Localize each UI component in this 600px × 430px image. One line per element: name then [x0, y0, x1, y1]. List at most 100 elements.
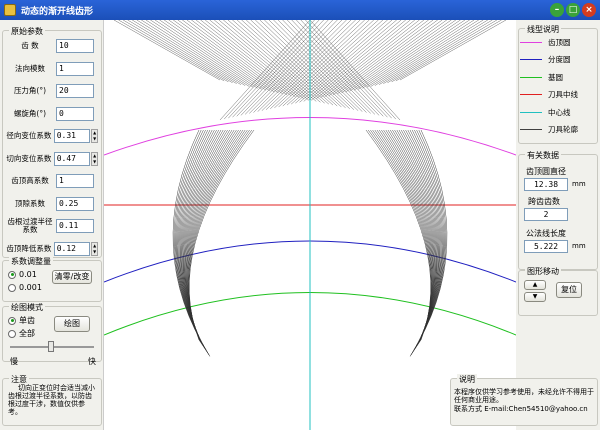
minimize-button[interactable]: –: [550, 3, 564, 17]
param-input[interactable]: 10: [56, 39, 94, 53]
param-label: 齿顶降低系数: [6, 243, 52, 253]
spin-control[interactable]: ▲ ▼: [91, 129, 98, 143]
title-bar: 动态的渐开线齿形 – □ ×: [0, 0, 600, 20]
rack-line: [332, 20, 434, 96]
tooth-flank: [381, 129, 434, 345]
param-row: 螺旋角(°) 0: [4, 106, 98, 122]
normal-length-label: 公法线长度: [526, 229, 566, 238]
spin-control[interactable]: ▲ ▼: [91, 151, 98, 166]
right-panel: 线型说明 齿顶圆 分度圆 基圆 刀具中线 中心线 刀具轮廓 有关数据 齿顶圆直径 12.3…: [450, 20, 600, 430]
params-title: 原始参数: [9, 26, 45, 37]
mode-all[interactable]: 全部: [8, 328, 35, 339]
legend-item: 刀具中线: [520, 89, 596, 101]
speed-slider-thumb[interactable]: [48, 341, 54, 352]
param-input[interactable]: 20: [56, 84, 94, 98]
param-input[interactable]: 0.47: [53, 151, 91, 166]
tooth-flank: [396, 129, 438, 350]
spin-down-icon[interactable]: ▼: [92, 136, 97, 142]
rack-line: [278, 20, 374, 108]
info-text-line1: 本程序仅供学习参考使用，未经允许不得用于任何商业用途。: [454, 388, 594, 404]
legend-item: 中心线: [520, 106, 596, 118]
span-teeth-label: 跨齿齿数: [528, 197, 560, 206]
draw-button[interactable]: 绘图: [54, 316, 90, 332]
param-row: 顶隙系数 0.25: [4, 196, 98, 212]
reset-position-button[interactable]: 复位: [556, 282, 582, 298]
rack-line: [249, 20, 343, 114]
mode-title: 绘图模式: [9, 302, 45, 313]
param-row: 齿顶高系数 1: [4, 173, 98, 189]
param-row: 切向变位系数 0.47 ▲ ▼: [4, 151, 98, 167]
param-input[interactable]: 0: [56, 106, 94, 121]
legend-item: 基圆: [520, 71, 596, 83]
spin-down-icon[interactable]: ▼: [92, 159, 97, 165]
legend-label: 齿顶圆: [548, 37, 571, 47]
tooth-flank: [374, 129, 433, 343]
legend-line: [520, 129, 542, 130]
mode-single[interactable]: 单齿: [8, 315, 35, 326]
reset-change-button[interactable]: 清零/改变: [52, 270, 92, 284]
param-input[interactable]: 1: [56, 61, 94, 76]
step-title: 系数调整量: [9, 256, 53, 267]
param-row: 压力角(°) 20: [4, 83, 98, 99]
rack-line: [362, 20, 466, 89]
param-label: 径向变位系数: [6, 131, 52, 140]
param-input[interactable]: 0.12: [53, 241, 91, 256]
radio-icon: [8, 283, 16, 292]
param-input[interactable]: 1: [56, 174, 94, 188]
param-label: 螺旋角(°): [13, 108, 47, 118]
rack-line: [154, 20, 258, 89]
legend-line: [520, 76, 542, 78]
tip-diameter-value: 12.38: [524, 178, 568, 191]
rack-line: [337, 20, 438, 95]
tooth-flank: [383, 129, 435, 346]
rack-line: [341, 20, 443, 94]
tooth-flank: [185, 129, 237, 346]
maximize-button[interactable]: □: [566, 3, 580, 17]
radio-icon: [8, 316, 16, 325]
param-row: 径向变位系数 0.31 ▲ ▼: [4, 128, 98, 144]
param-label: 切向变位系数: [6, 153, 52, 163]
rack-line: [145, 20, 250, 87]
rack-line: [345, 20, 447, 93]
rack-line: [383, 20, 488, 84]
rack-line: [177, 20, 279, 94]
move-up-button[interactable]: ▲: [524, 280, 546, 290]
legend-line: [520, 59, 542, 60]
param-label: 法向模数: [15, 63, 45, 73]
step-option-001[interactable]: 0.01: [8, 270, 37, 279]
rack-line: [305, 20, 396, 120]
gear-drawing: [104, 20, 516, 430]
step-option-0001[interactable]: 0.001: [8, 283, 42, 292]
tooth-flank: [368, 129, 432, 341]
param-row: 齿根过渡半径系数 0.11: [4, 218, 98, 234]
move-title: 图形移动: [525, 266, 561, 277]
spin-down-icon[interactable]: ▼: [92, 249, 97, 255]
left-panel: 原始参数 齿 数 10 法向模数 1 压力角(°) 20 螺旋角(°) 0 径向变位系数 0.31…: [0, 20, 104, 430]
rack-line: [286, 20, 384, 106]
rack-line: [224, 20, 315, 120]
legend-label: 中心线: [548, 107, 571, 117]
move-down-button[interactable]: ▼: [524, 292, 546, 302]
spin-control[interactable]: ▲ ▼: [91, 241, 98, 256]
gear-canvas[interactable]: [104, 20, 516, 430]
rack-line: [150, 20, 254, 88]
normal-length-value: 5.222: [524, 240, 568, 253]
rack-line: [370, 20, 475, 87]
tooth-flank: [182, 129, 224, 350]
param-input[interactable]: 0.31: [53, 129, 91, 143]
fast-label: 快: [88, 357, 96, 366]
legend-item: 刀具轮廓: [520, 124, 596, 136]
legend-label: 基圆: [548, 72, 563, 82]
close-button[interactable]: ×: [582, 3, 596, 17]
slow-label: 慢: [10, 357, 18, 366]
normal-length-unit: mm: [572, 242, 586, 250]
radio-icon: [8, 329, 16, 338]
tip-diameter-label: 齿顶圆直径: [526, 167, 566, 176]
rack-line: [136, 20, 242, 85]
param-input[interactable]: 0.11: [56, 219, 94, 233]
rack-line: [244, 20, 338, 115]
param-label: 齿 数: [21, 41, 39, 50]
rack-line: [182, 20, 283, 95]
radio-icon: [8, 270, 16, 279]
param-input[interactable]: 0.25: [56, 196, 94, 211]
